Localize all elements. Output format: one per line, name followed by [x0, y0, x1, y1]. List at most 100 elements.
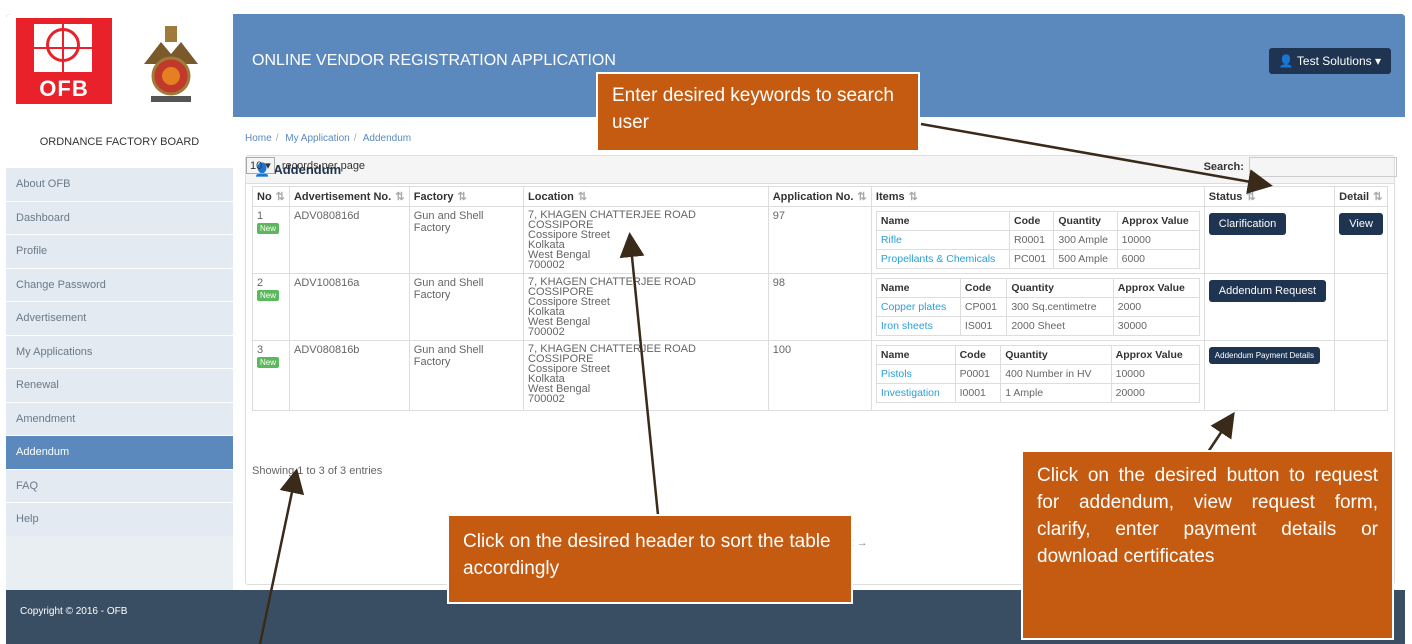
status-button[interactable]: Addendum Payment Details [1208, 347, 1320, 364]
location-line: 700002 [528, 326, 565, 338]
annotation-action: Click on the desired button to request f… [1021, 450, 1394, 640]
new-badge: New [257, 357, 280, 368]
item-quantity: 300 Sq.centimetre [1006, 297, 1114, 317]
location: 7, KHAGEN CHATTERJEE ROAD COSSIPORE Cossi… [523, 340, 769, 411]
sort-icon: ⇅ [1373, 191, 1383, 203]
sidebar-item-dashboard[interactable]: Dashboard [6, 200, 233, 234]
column-header-location[interactable]: Location ⇅ [523, 186, 769, 207]
factory: Gun and Shell Factory [408, 340, 525, 411]
sort-icon: ⇅ [857, 191, 867, 203]
logo-area: OFB [6, 14, 233, 117]
column-header-advertisement-no[interactable]: Advertisement No. ⇅ [288, 186, 410, 207]
sidebar-item-advertisement[interactable]: Advertisement [6, 301, 233, 335]
sort-icon: ⇅ [1246, 191, 1256, 203]
item-quantity: 400 Number in HV [1000, 364, 1112, 384]
new-badge: New [257, 223, 280, 234]
sidebar-item-profile[interactable]: Profile [6, 234, 233, 268]
user-menu-button[interactable]: 👤 Test Solutions ▾ [1268, 48, 1391, 74]
application-no: 98 [767, 273, 872, 341]
user-name: Test Solutions [1296, 54, 1372, 68]
location: 7, KHAGEN CHATTERJEE ROAD COSSIPORE Cossi… [523, 206, 769, 274]
item-name-link[interactable]: Iron sheets [881, 320, 933, 332]
location-line: 700002 [528, 259, 565, 271]
emblem-icon [144, 26, 198, 102]
items-header-value: Approx Value [1112, 278, 1200, 298]
records-per-page-label: records per page [281, 160, 366, 172]
sidebar-item-help[interactable]: Help [6, 502, 233, 536]
item-code: R0001 [1009, 230, 1055, 250]
breadcrumb-my-application[interactable]: My Application [285, 133, 349, 144]
location-line: 700002 [528, 393, 565, 405]
column-header-application-no[interactable]: Application No. ⇅ [767, 186, 872, 207]
item-code: PC001 [1009, 249, 1055, 269]
user-icon: 👤 [1278, 54, 1294, 68]
item-value: 20000 [1110, 383, 1200, 403]
sidebar-item-my-applications[interactable]: My Applications [6, 334, 233, 368]
sidebar: ORDNANCE FACTORY BOARD About OFB Dashboa… [6, 117, 233, 590]
item-name-link[interactable]: Propellants & Chemicals [881, 253, 995, 265]
new-badge: New [257, 290, 280, 301]
advertisement-no: ADV080816d [288, 206, 410, 274]
column-header-items[interactable]: Items ⇅ [870, 186, 1205, 207]
items-header-name: Name [875, 211, 1011, 231]
item-name-link[interactable]: Pistols [881, 368, 912, 380]
column-header-factory[interactable]: Factory ⇅ [408, 186, 525, 207]
item-value: 30000 [1112, 316, 1200, 336]
app-title: ONLINE VENDOR REGISTRATION APPLICATION [252, 52, 616, 69]
items-header-code: Code [954, 345, 1002, 365]
items-header-name: Name [875, 278, 961, 298]
factory: Gun and Shell Factory [408, 206, 525, 274]
column-header-status[interactable]: Status ⇅ [1203, 186, 1336, 207]
records-per-page-select[interactable]: 10 ▾ [246, 157, 275, 174]
status-button[interactable]: Addendum Request [1208, 280, 1327, 302]
item-value: 6000 [1116, 249, 1200, 269]
column-header-no[interactable]: No ⇅ [252, 186, 290, 207]
sidebar-item-amendment[interactable]: Amendment [6, 401, 233, 435]
ofb-logo[interactable]: OFB [16, 18, 112, 104]
items-header-quantity: Quantity [1053, 211, 1118, 231]
sort-icon: ⇅ [577, 191, 588, 203]
item-name-link[interactable]: Investigation [881, 387, 940, 399]
status-button[interactable]: Clarification [1208, 213, 1287, 235]
item-row: Rifle R0001 300 Ample 10000 [875, 230, 1200, 250]
records-per-page: 10 ▾ records per page [246, 157, 365, 174]
location-line: 7, KHAGEN CHATTERJEE ROAD COSSIPORE [528, 209, 696, 231]
sort-icon: ⇅ [395, 191, 405, 203]
item-quantity: 500 Ample [1053, 249, 1118, 269]
advertisement-no: ADV080816b [288, 340, 410, 411]
item-code: P0001 [954, 364, 1002, 384]
breadcrumb-addendum[interactable]: Addendum [363, 133, 411, 144]
item-quantity: 2000 Sheet [1006, 316, 1114, 336]
item-row: Copper plates CP001 300 Sq.centimetre 20… [875, 297, 1200, 317]
sidebar-item-about[interactable]: About OFB [6, 167, 233, 201]
sidebar-item-faq[interactable]: FAQ [6, 468, 233, 502]
item-code: CP001 [959, 297, 1008, 317]
factory: Gun and Shell Factory [408, 273, 525, 341]
items-header-code: Code [1009, 211, 1055, 231]
view-button[interactable]: View [1339, 213, 1383, 235]
column-header-detail[interactable]: Detail ⇅ [1334, 186, 1388, 207]
sidebar-item-addendum[interactable]: Addendum [6, 435, 233, 469]
breadcrumb-home[interactable]: Home [245, 133, 272, 144]
entries-info: Showing 1 to 3 of 3 entries [252, 465, 383, 477]
item-name-link[interactable]: Copper plates [881, 301, 946, 313]
item-value: 10000 [1110, 364, 1200, 384]
copyright: Copyright © 2016 - OFB [20, 606, 128, 617]
location-line: 7, KHAGEN CHATTERJEE ROAD COSSIPORE [528, 276, 696, 298]
annotation-sort: Click on the desired header to sort the … [447, 514, 853, 604]
item-name-link[interactable]: Rifle [881, 234, 902, 246]
items-header-value: Approx Value [1116, 211, 1200, 231]
search-input[interactable] [1249, 157, 1397, 177]
sort-icon: ⇅ [457, 191, 467, 203]
search-area: Search: [1204, 157, 1397, 177]
table-row: 1 New ADV080816d Gun and Shell Factory 7,… [252, 206, 1388, 274]
items-table: Name Code Quantity Approx Value Copper plat… [875, 278, 1200, 336]
application-no: 97 [767, 206, 872, 274]
row-number: 3 [257, 344, 264, 356]
sidebar-item-renewal[interactable]: Renewal [6, 368, 233, 402]
items-header-value: Approx Value [1110, 345, 1200, 365]
items-header-name: Name [875, 345, 956, 365]
item-value: 2000 [1112, 297, 1200, 317]
item-quantity: 300 Ample [1053, 230, 1118, 250]
sidebar-item-change-password[interactable]: Change Password [6, 267, 233, 301]
